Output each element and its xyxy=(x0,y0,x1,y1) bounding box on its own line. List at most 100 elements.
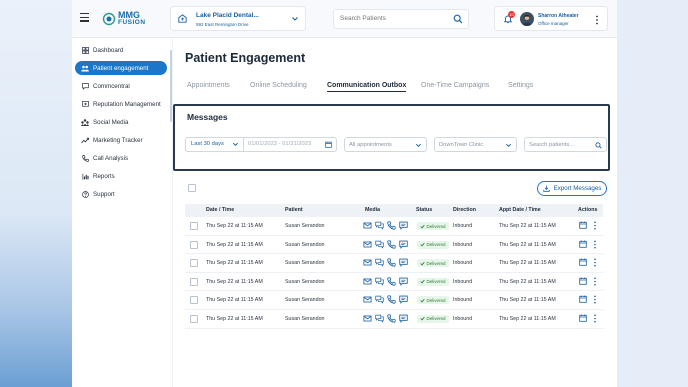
email-icon[interactable] xyxy=(363,277,372,286)
sms-icon[interactable] xyxy=(375,258,384,267)
chevron-down-icon xyxy=(505,143,512,148)
sidebar-item-commcentral[interactable]: Commcentral xyxy=(75,79,167,93)
clinic-filter-label: DownTown Clinic xyxy=(439,141,484,148)
phone-icon[interactable] xyxy=(387,258,396,267)
sidebar-item-dashboard[interactable]: Dashboard xyxy=(75,43,167,57)
media-icons xyxy=(363,239,408,249)
more-vertical-icon[interactable] xyxy=(593,314,597,323)
sidebar-item-patient-engagement[interactable]: Patient engagement xyxy=(75,61,167,75)
search-icon[interactable] xyxy=(595,142,602,149)
message-icon[interactable] xyxy=(399,295,408,305)
row-checkbox[interactable] xyxy=(190,314,198,323)
sidebar-item-label: Social Media xyxy=(93,118,129,126)
tab-online-scheduling[interactable]: Online Scheduling xyxy=(250,82,307,89)
export-messages-button[interactable]: Export Messages xyxy=(537,181,607,196)
patient-search-field[interactable]: Search patients... xyxy=(524,137,607,152)
more-vertical-icon[interactable] xyxy=(593,277,597,286)
more-vertical-icon[interactable] xyxy=(593,221,597,230)
sms-icon[interactable] xyxy=(375,240,384,249)
patient-search-placeholder: Search patients... xyxy=(529,141,575,148)
row-direction: Inbound xyxy=(453,241,473,248)
sidebar-item-call-analysis[interactable]: Call Analysis xyxy=(75,151,167,165)
row-checkbox[interactable] xyxy=(190,277,198,286)
row-checkbox[interactable] xyxy=(190,296,198,305)
calendar-icon[interactable] xyxy=(579,221,587,229)
row-checkbox[interactable] xyxy=(190,240,198,249)
row-patient[interactable]: Susan Serandon xyxy=(285,297,324,303)
message-icon[interactable] xyxy=(399,240,408,249)
select-all-checkbox[interactable] xyxy=(188,184,196,192)
share-icon xyxy=(81,118,89,126)
row-checkbox[interactable] xyxy=(190,222,198,230)
calendar-icon[interactable] xyxy=(325,141,332,148)
row-checkbox[interactable] xyxy=(190,259,198,268)
row-patient[interactable]: Susan Serandon xyxy=(285,316,324,322)
grid-icon xyxy=(81,46,89,54)
row-appt-datetime: Thu Sep 22 at 11:15 AM xyxy=(499,297,556,304)
tab-communication-outbox[interactable]: Communication Outbox xyxy=(327,82,407,92)
tab-settings[interactable]: Settings xyxy=(508,82,533,89)
phone-icon[interactable] xyxy=(387,295,396,304)
row-patient[interactable]: Susan Serandon xyxy=(285,260,324,266)
clinic-filter-dropdown[interactable]: DownTown Clinic xyxy=(434,137,517,152)
calendar-icon[interactable] xyxy=(579,240,587,248)
more-vertical-icon[interactable] xyxy=(593,258,597,267)
date-preset-dropdown[interactable]: Last 30 days xyxy=(186,138,244,151)
practice-selector[interactable]: Lake Placid Dental... 592 East Remington… xyxy=(170,6,306,31)
email-icon[interactable] xyxy=(363,240,372,249)
search-input[interactable] xyxy=(340,15,450,22)
status-badge: Delivered xyxy=(417,277,449,286)
message-icon[interactable] xyxy=(399,221,408,230)
phone-icon[interactable] xyxy=(387,239,396,249)
sms-icon[interactable] xyxy=(375,277,384,286)
more-vertical-icon[interactable] xyxy=(593,295,597,304)
sidebar-item-marketing-tracker[interactable]: Marketing Tracker xyxy=(75,133,167,147)
calendar-icon[interactable] xyxy=(579,258,587,266)
more-vertical-icon[interactable] xyxy=(595,15,599,25)
user-menu[interactable]: 10 Sharron Atheater Office manager xyxy=(494,6,608,31)
sidebar-item-reputation-management[interactable]: Reputation Management xyxy=(75,97,167,111)
tab-appointments[interactable]: Appointments xyxy=(187,82,230,89)
email-icon[interactable] xyxy=(363,258,372,267)
email-icon[interactable] xyxy=(363,314,372,323)
email-icon[interactable] xyxy=(363,221,372,230)
message-icon[interactable] xyxy=(399,258,408,268)
page-title: Patient Engagement xyxy=(185,51,306,65)
calendar-icon[interactable] xyxy=(579,295,587,304)
check-icon xyxy=(420,261,425,266)
sidebar-item-support[interactable]: Support xyxy=(75,187,167,201)
row-patient[interactable]: Susan Serandon xyxy=(285,279,324,285)
practice-address: 592 East Remington Drive xyxy=(196,22,249,27)
message-icon[interactable] xyxy=(399,314,408,323)
sms-icon[interactable] xyxy=(375,221,384,230)
status-badge: Delivered xyxy=(417,240,449,249)
chat-icon xyxy=(81,82,89,90)
phone-icon[interactable] xyxy=(387,277,396,286)
phone-icon[interactable] xyxy=(387,314,396,323)
row-direction: Inbound xyxy=(453,315,473,322)
search-icon[interactable] xyxy=(453,14,463,24)
appointments-filter-dropdown[interactable]: All appointments xyxy=(344,137,427,152)
status-badge: Delivered xyxy=(417,296,449,305)
more-vertical-icon[interactable] xyxy=(593,240,597,249)
row-patient[interactable]: Susan Serandon xyxy=(285,242,324,248)
status-label: Delivered xyxy=(426,260,446,266)
tab-one-time-campaigns[interactable]: One-Time Campaigns xyxy=(421,82,489,89)
sidebar-scrollbar[interactable] xyxy=(170,50,172,122)
date-range-picker: Last 30 days 01/01/2023 - 01/31/2023 xyxy=(185,137,337,152)
message-icon[interactable] xyxy=(399,277,408,286)
sms-icon[interactable] xyxy=(375,295,384,304)
sidebar-item-reports[interactable]: Reports xyxy=(75,169,167,183)
row-patient[interactable]: Susan Serandon xyxy=(285,223,324,229)
date-range-input[interactable]: 01/01/2023 - 01/31/2023 xyxy=(248,138,311,151)
sms-icon[interactable] xyxy=(375,314,384,323)
avatar[interactable] xyxy=(520,12,534,26)
calendar-icon[interactable] xyxy=(579,314,587,322)
row-direction: Inbound xyxy=(453,297,473,304)
messages-filter-panel: Messages Last 30 days 01/01/2023 - 01/31… xyxy=(173,104,610,171)
phone-icon[interactable] xyxy=(387,221,396,230)
calendar-icon[interactable] xyxy=(579,277,587,285)
menu-icon[interactable] xyxy=(80,13,89,22)
email-icon[interactable] xyxy=(363,295,372,304)
sidebar-item-social-media[interactable]: Social Media xyxy=(75,115,167,129)
